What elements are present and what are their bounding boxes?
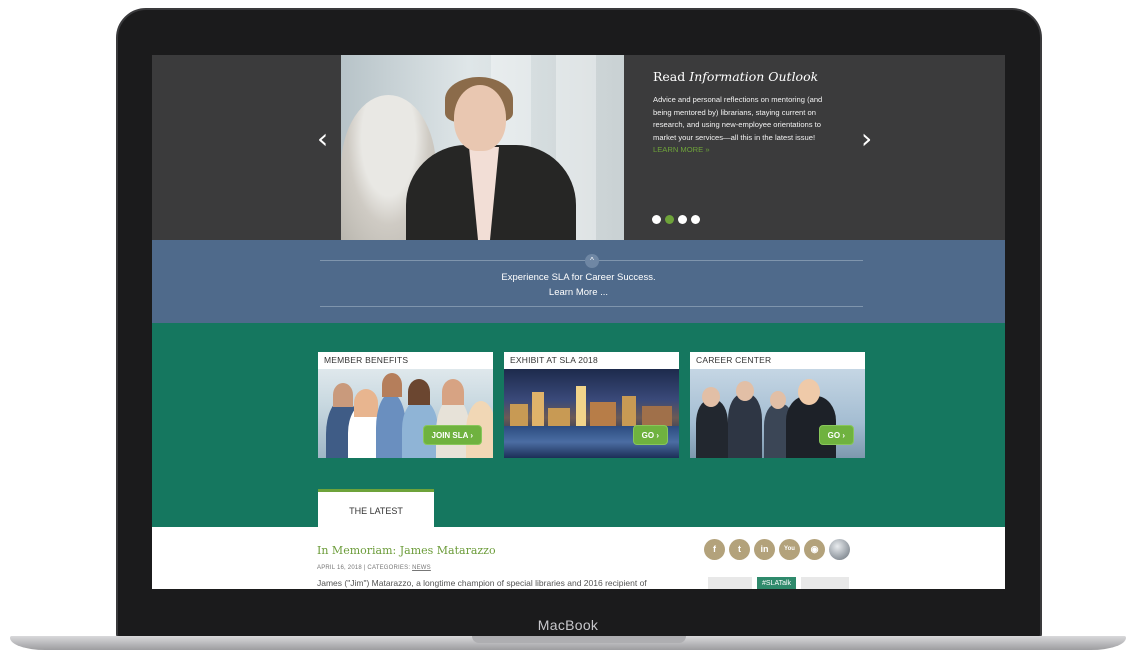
card-exhibit[interactable]: EXHIBIT AT SLA 2018 GO › xyxy=(504,352,679,458)
chevron-up-icon[interactable]: ^ xyxy=(585,254,599,268)
band-line-2: Learn More ... xyxy=(548,286,609,298)
slider-dot-1[interactable] xyxy=(652,215,661,224)
macbook-label: MacBook xyxy=(537,617,599,633)
tag-tabs: #SLATalk xyxy=(708,577,850,589)
tab-the-latest[interactable]: THE LATEST xyxy=(318,489,434,527)
twitter-icon[interactable]: t xyxy=(729,539,750,560)
post-title-link[interactable]: In Memoriam: James Matarazzo xyxy=(317,544,496,557)
career-success-link[interactable]: Experience SLA for Career Success. Learn… xyxy=(152,271,1005,300)
slider-dot-3[interactable] xyxy=(678,215,687,224)
slider-next-arrow-icon[interactable]: › xyxy=(861,125,872,153)
feature-section: MEMBER BENEFITS JOIN SLA › EXHIBIT AT SL… xyxy=(152,323,1005,527)
learn-more-link[interactable]: LEARN MORE » xyxy=(653,145,710,154)
slider-dots xyxy=(652,215,700,224)
linkedin-icon[interactable]: in xyxy=(754,539,775,560)
social-icons: f t in You ◉ xyxy=(704,539,850,560)
hero-slider: ‹ Read Information Outlook Advice and pe… xyxy=(152,55,1005,240)
website-screen: ‹ Read Information Outlook Advice and pe… xyxy=(152,55,1005,589)
tag-tab[interactable] xyxy=(801,577,850,589)
hero-title: Read Information Outlook xyxy=(653,69,819,84)
band-divider xyxy=(320,306,863,307)
hero-photo xyxy=(341,55,624,240)
tag-tab-slatalk[interactable]: #SLATalk xyxy=(757,577,797,589)
facebook-icon[interactable]: f xyxy=(704,539,725,560)
globe-icon[interactable] xyxy=(829,539,850,560)
latest-content: In Memoriam: James Matarazzo APRIL 16, 2… xyxy=(152,527,1005,589)
career-go-button[interactable]: GO › xyxy=(818,425,854,445)
card-title: MEMBER BENEFITS xyxy=(324,355,409,365)
card-career-center[interactable]: CAREER CENTER GO › xyxy=(690,352,865,458)
slider-dot-2[interactable] xyxy=(665,215,674,224)
tag-tab[interactable] xyxy=(708,577,752,589)
card-title: EXHIBIT AT SLA 2018 xyxy=(510,355,598,365)
slider-prev-arrow-icon[interactable]: ‹ xyxy=(317,125,328,153)
post-meta: APRIL 16, 2018 | CATEGORIES: NEWS xyxy=(317,565,431,571)
hero-body: Advice and personal reflections on mento… xyxy=(653,95,823,154)
join-sla-button[interactable]: JOIN SLA › xyxy=(422,425,482,445)
rss-icon[interactable]: ◉ xyxy=(804,539,825,560)
career-success-band: ^ Experience SLA for Career Success. Lea… xyxy=(152,240,1005,323)
laptop-notch xyxy=(472,636,686,643)
band-line-1: Experience SLA for Career Success. xyxy=(501,272,656,283)
slider-dot-4[interactable] xyxy=(691,215,700,224)
tab-label: THE LATEST xyxy=(349,506,403,516)
card-title: CAREER CENTER xyxy=(696,355,772,365)
post-excerpt: James ("Jim") Matarazzo, a longtime cham… xyxy=(317,578,647,588)
card-member-benefits[interactable]: MEMBER BENEFITS JOIN SLA › xyxy=(318,352,493,458)
category-link[interactable]: NEWS xyxy=(412,565,431,571)
youtube-icon[interactable]: You xyxy=(779,539,800,560)
exhibit-go-button[interactable]: GO › xyxy=(632,425,668,445)
post-date: APRIL 16, 2018 | CATEGORIES: xyxy=(317,565,413,571)
